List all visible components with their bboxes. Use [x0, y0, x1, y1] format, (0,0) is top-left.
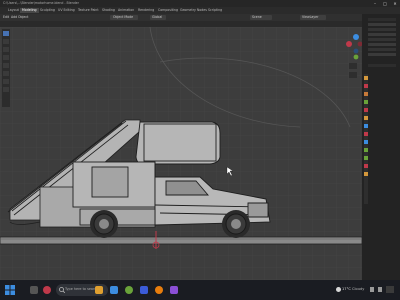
- cloud-icon: [336, 287, 341, 292]
- search-placeholder: Type here to search: [65, 287, 99, 291]
- window-titlebar: C:\Users\...\Blender\motorhome.blend - B…: [0, 0, 400, 7]
- outliner-row[interactable]: [368, 43, 396, 46]
- volume-icon[interactable]: [378, 287, 382, 292]
- wheel-front[interactable]: [222, 210, 250, 238]
- ground-plane[interactable]: [0, 236, 362, 245]
- scene-tab-icon[interactable]: [364, 100, 368, 104]
- tool-tab-icon[interactable]: [364, 76, 368, 80]
- material-tab-icon[interactable]: [364, 164, 368, 168]
- tab-animation[interactable]: Animation: [116, 8, 136, 13]
- tab-shading[interactable]: Shading: [100, 8, 117, 13]
- outliner-row[interactable]: [368, 33, 396, 36]
- workspace-tabs: Layout Modeling Sculpting UV Editing Tex…: [0, 7, 400, 14]
- file-explorer-icon[interactable]: [95, 286, 103, 294]
- orientation-label: Global: [152, 15, 163, 19]
- viewport-canvas[interactable]: [0, 27, 362, 280]
- tab-modeling[interactable]: Modeling: [20, 8, 39, 13]
- world-tab-icon[interactable]: [364, 108, 368, 112]
- physics-tab-icon[interactable]: [364, 140, 368, 144]
- tab-uv-editing[interactable]: UV Editing: [56, 8, 77, 13]
- data-tab-icon[interactable]: [364, 156, 368, 160]
- transform-orientation-dropdown[interactable]: Global: [150, 15, 166, 20]
- app-icon[interactable]: [170, 286, 178, 294]
- tab-texture-paint[interactable]: Texture Paint: [76, 8, 101, 13]
- viewport-header: Edit Add Object Object Mode Global Scene…: [0, 14, 362, 21]
- properties-panel[interactable]: [362, 14, 400, 280]
- opera-icon[interactable]: [43, 286, 51, 294]
- clock[interactable]: [386, 286, 394, 293]
- particles-tab-icon[interactable]: [364, 132, 368, 136]
- scene-selector[interactable]: Scene: [250, 15, 272, 20]
- constraints-tab-icon[interactable]: [364, 148, 368, 152]
- scene-label: Scene: [252, 15, 262, 19]
- network-icon[interactable]: [370, 287, 374, 292]
- outliner-row[interactable]: [368, 23, 396, 26]
- chrome-icon[interactable]: [125, 286, 133, 294]
- blender-icon[interactable]: [155, 286, 163, 294]
- wheel-rear[interactable]: [90, 210, 118, 238]
- mode-dropdown[interactable]: Object Mode: [110, 15, 138, 20]
- object-menu[interactable]: Object: [18, 15, 28, 20]
- pan-icon[interactable]: [349, 72, 357, 78]
- edit-menu[interactable]: Edit: [3, 15, 9, 20]
- tab-layout[interactable]: Layout: [6, 8, 21, 13]
- 3d-viewport[interactable]: [0, 27, 362, 280]
- weather-temp: 17°C: [342, 287, 351, 291]
- object-tab-icon[interactable]: [364, 116, 368, 120]
- task-view-icon[interactable]: [30, 286, 38, 294]
- tab-geometry-nodes[interactable]: Geometry Nodes: [178, 8, 209, 13]
- tab-scripting[interactable]: Scripting: [206, 8, 224, 13]
- view-layer-selector[interactable]: ViewLayer: [300, 15, 326, 20]
- add-menu[interactable]: Add: [11, 15, 17, 20]
- modifier-tab-icon[interactable]: [364, 124, 368, 128]
- outliner-header: [368, 18, 396, 21]
- outliner-row[interactable]: [368, 38, 396, 41]
- zoom-icon[interactable]: [349, 63, 357, 69]
- tab-rendering[interactable]: Rendering: [136, 8, 156, 13]
- output-tab-icon[interactable]: [364, 92, 368, 96]
- tab-compositing[interactable]: Compositing: [156, 8, 180, 13]
- mode-label: Object Mode: [113, 15, 134, 19]
- outliner-row[interactable]: [368, 48, 396, 51]
- app-icon[interactable]: [140, 286, 148, 294]
- tab-sculpting[interactable]: Sculpting: [38, 8, 57, 13]
- properties-header: [368, 64, 396, 67]
- texture-tab-icon[interactable]: [364, 172, 368, 176]
- view-layer-label: ViewLayer: [302, 15, 319, 19]
- minimize-button[interactable]: –: [372, 0, 378, 7]
- maximize-button[interactable]: □: [382, 0, 388, 7]
- close-button[interactable]: ✕: [392, 0, 398, 7]
- weather-widget[interactable]: 17°C Cloudy: [336, 284, 366, 296]
- edge-icon[interactable]: [110, 286, 118, 294]
- outliner-row[interactable]: [368, 53, 396, 56]
- outliner-row[interactable]: [368, 28, 396, 31]
- windows-start-button[interactable]: [5, 285, 15, 295]
- weather-condition: Cloudy: [352, 287, 365, 291]
- window-title: C:\Users\...\Blender\motorhome.blend - B…: [3, 1, 79, 5]
- render-tab-icon[interactable]: [364, 84, 368, 88]
